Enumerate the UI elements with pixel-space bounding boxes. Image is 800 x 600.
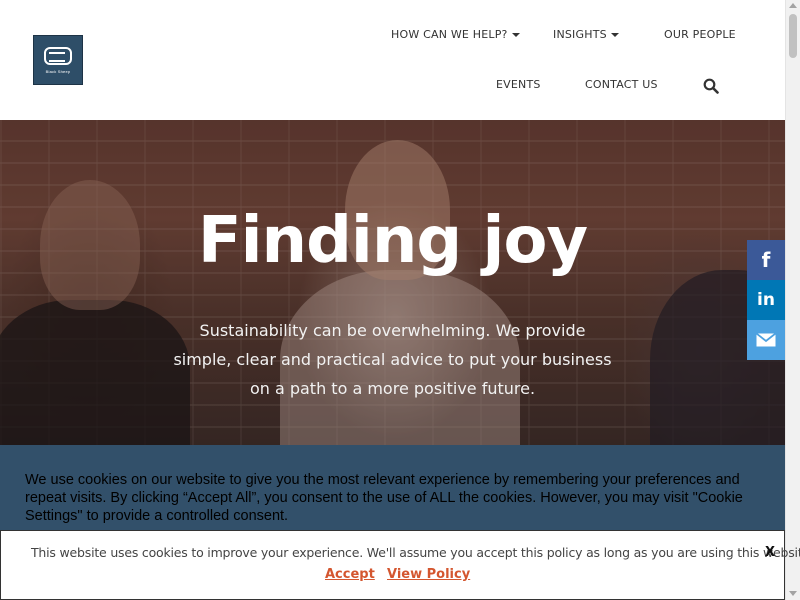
nav-label: INSIGHTS [553, 28, 607, 41]
nav-insights[interactable]: INSIGHTS [553, 28, 619, 41]
logo-mark-icon [44, 46, 72, 65]
linkedin-icon: in [757, 290, 775, 310]
share-email-button[interactable] [747, 320, 785, 360]
scroll-thumb[interactable] [789, 14, 797, 58]
nav-contact-us[interactable]: CONTACT US [585, 78, 658, 91]
caret-down-icon [610, 33, 619, 37]
cookie-policy-bar: This website uses cookies to improve you… [0, 530, 800, 600]
view-policy-link[interactable]: View Policy [387, 567, 470, 582]
hero-section: Finding joy Sustainability can be overwh… [0, 120, 785, 450]
page-scrollbar[interactable] [785, 0, 800, 600]
nav-our-people[interactable]: OUR PEOPLE [664, 28, 736, 41]
nav-label: HOW CAN WE HELP? [391, 28, 508, 41]
nav-label: OUR PEOPLE [664, 28, 736, 41]
share-linkedin-button[interactable]: in [747, 280, 785, 320]
mail-icon [756, 333, 776, 347]
caret-down-icon [511, 33, 520, 37]
nav-how-can-we-help[interactable]: HOW CAN WE HELP? [391, 28, 520, 41]
hero-title: Finding joy [197, 204, 588, 278]
facebook-icon: f [761, 248, 771, 272]
site-header: Black Sheep HOW CAN WE HELP? INSIGHTS OU… [0, 0, 785, 120]
nav-label: CONTACT US [585, 78, 658, 91]
cookie-consent-banner: We use cookies on our website to give yo… [0, 445, 785, 530]
accept-button[interactable]: Accept [325, 567, 375, 582]
scroll-up-arrow-icon[interactable] [789, 3, 797, 8]
nav-events[interactable]: EVENTS [496, 78, 541, 91]
close-button[interactable]: X [765, 545, 775, 560]
cookie-consent-text: We use cookies on our website to give yo… [25, 472, 743, 524]
cookie-policy-text: This website uses cookies to improve you… [31, 545, 800, 560]
hero-text: Sustainability can be overwhelming. We p… [173, 321, 612, 398]
nav-label: EVENTS [496, 78, 541, 91]
logo-text: Black Sheep [45, 68, 71, 74]
search-icon[interactable] [703, 78, 719, 94]
site-logo[interactable]: Black Sheep [33, 35, 83, 85]
share-facebook-button[interactable]: f [747, 240, 785, 280]
scroll-down-arrow-icon[interactable] [789, 591, 797, 596]
